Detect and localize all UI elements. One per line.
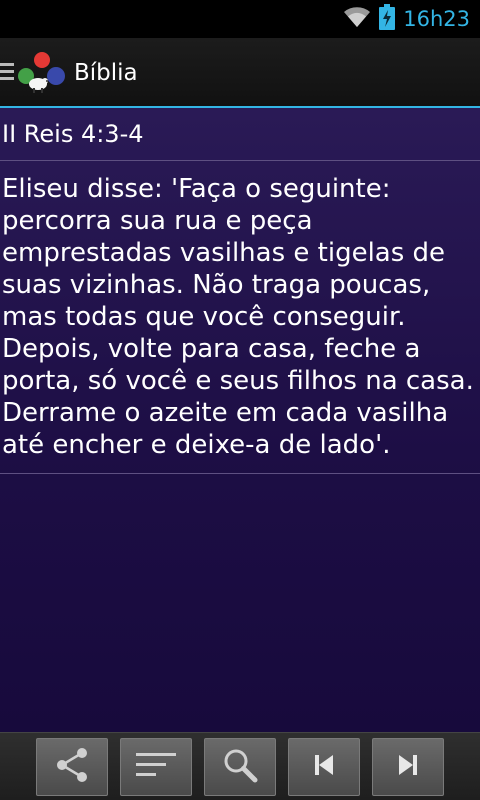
status-icons: 16h23 bbox=[343, 0, 470, 38]
share-icon bbox=[52, 745, 92, 789]
filter-list-icon bbox=[134, 750, 178, 784]
filter-button[interactable] bbox=[120, 737, 192, 796]
verse-text: Eliseu disse: 'Faça o seguinte: percorra… bbox=[0, 161, 480, 474]
app-title[interactable]: Bíblia bbox=[74, 38, 138, 108]
next-button[interactable] bbox=[372, 737, 444, 796]
wifi-icon bbox=[343, 6, 371, 32]
share-button[interactable] bbox=[36, 737, 108, 796]
skip-next-icon bbox=[393, 750, 423, 784]
battery-charging-icon bbox=[379, 4, 396, 34]
action-bar: Bíblia bbox=[0, 38, 480, 108]
bottom-toolbar bbox=[0, 732, 480, 800]
previous-button[interactable] bbox=[288, 737, 360, 796]
drawer-menu-icon[interactable] bbox=[0, 63, 14, 83]
verse-reference: II Reis 4:3-4 bbox=[0, 108, 480, 161]
status-bar: 16h23 bbox=[0, 0, 480, 38]
status-time: 16h23 bbox=[403, 7, 470, 31]
app-logo-icon[interactable] bbox=[14, 50, 70, 96]
search-button[interactable] bbox=[204, 737, 276, 796]
search-icon bbox=[220, 745, 260, 789]
skip-previous-icon bbox=[309, 750, 339, 784]
verse-content: II Reis 4:3-4 Eliseu disse: 'Faça o segu… bbox=[0, 108, 480, 732]
